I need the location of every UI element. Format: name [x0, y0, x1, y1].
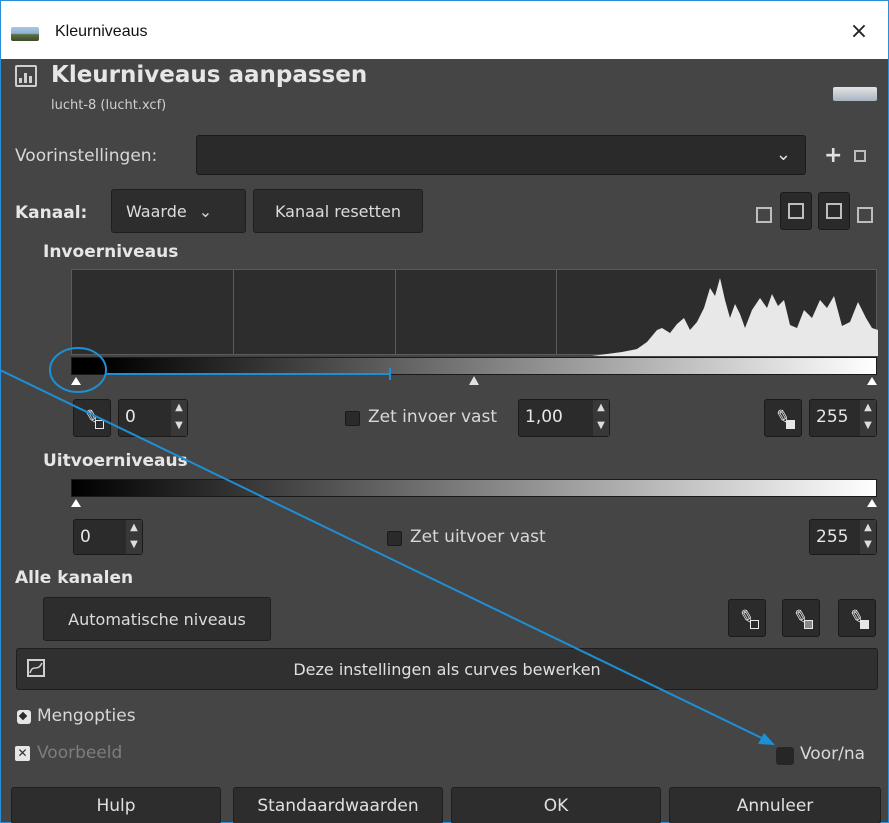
- annotation-arrow: [0, 369, 771, 743]
- annotation-arrowhead: [758, 733, 775, 745]
- annotation-overlay: [0, 347, 775, 745]
- annotation-circle: [49, 347, 107, 393]
